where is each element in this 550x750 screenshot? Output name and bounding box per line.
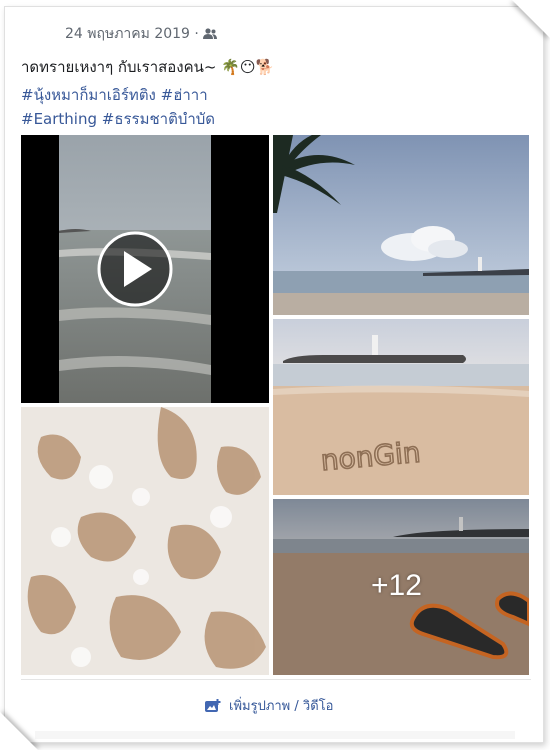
photo-tile[interactable] [273,135,529,315]
photo-beach-palm [273,135,529,315]
hashtag-line[interactable]: #นุ้งหมาก็มาเอิร์ทติง #ฮ่าาา [21,83,208,107]
page-curl-decoration [512,0,550,38]
photo-sand-foam [21,407,269,675]
hashtag-line[interactable]: #Earthing #ธรรมชาติบำบัด [21,107,215,131]
post-card: 24 พฤษภาคม 2019 · าดทรายเหงาๆ กับเราสองค… [4,6,544,743]
more-photos-tile[interactable]: +12 [273,499,529,675]
page-curl-decoration [0,712,38,750]
video-tile[interactable] [21,135,269,403]
add-photos-label: เพิ่มรูปภาพ / วิดีโอ [229,699,334,714]
photo-tile[interactable] [21,407,269,675]
reaction-bar [35,731,515,739]
more-count-label: +12 [371,569,422,602]
add-photo-icon [205,698,221,712]
photo-sand-writing: nonGin [273,319,529,495]
video-thumbnail [59,135,211,403]
add-photos-button[interactable]: เพิ่มรูปภาพ / วิดีโอ [205,695,333,716]
post-meta: 24 พฤษภาคม 2019 · [65,23,217,45]
post-text: าดทรายเหงาๆ กับเราสองคน~ 🌴😶🐕 [21,58,275,76]
play-icon [97,231,173,307]
divider [21,679,531,680]
post-date[interactable]: 24 พฤษภาคม 2019 · [65,23,199,45]
friends-icon [202,28,217,39]
photo-tile[interactable]: nonGin [273,319,529,495]
